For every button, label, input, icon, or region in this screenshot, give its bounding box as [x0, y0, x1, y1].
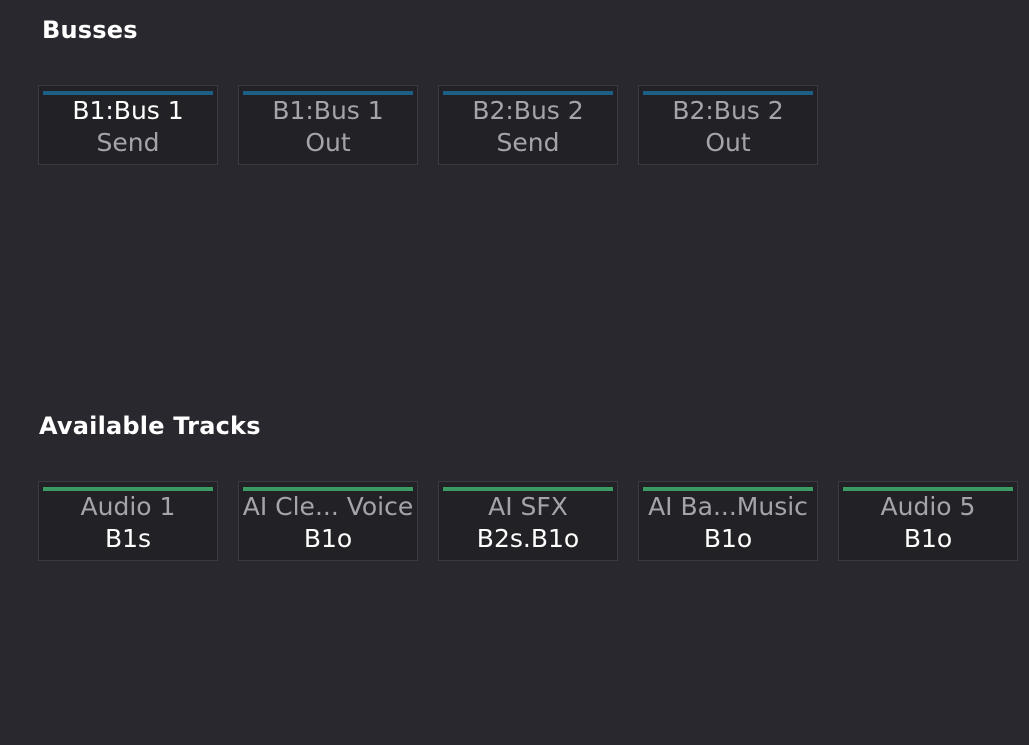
- track-color-bar: [443, 487, 613, 491]
- track-color-bar: [43, 487, 213, 491]
- bus-color-bar: [43, 91, 213, 95]
- track-tile-ai-sfx[interactable]: AI SFX B2s.B1o: [438, 481, 618, 561]
- bus-tile-name: B2:Bus 2: [672, 96, 784, 125]
- track-tile-ai-background-music[interactable]: AI Ba...Music B1o: [638, 481, 818, 561]
- bus-tile-type: Send: [496, 128, 560, 157]
- bus-tile-bus1-send[interactable]: B1:Bus 1 Send: [38, 85, 218, 165]
- bus-tile-type: Send: [96, 128, 160, 157]
- track-color-bar: [843, 487, 1013, 491]
- track-tile-routing: B1o: [303, 524, 353, 553]
- track-tile-routing: B1o: [703, 524, 753, 553]
- track-tile-name: Audio 5: [880, 492, 976, 521]
- bus-tile-bus1-out[interactable]: B1:Bus 1 Out: [238, 85, 418, 165]
- bus-tile-name: B2:Bus 2: [472, 96, 584, 125]
- bus-tile-name: B1:Bus 1: [72, 96, 184, 125]
- track-tile-name: Audio 1: [80, 492, 176, 521]
- available-tracks-title: Available Tracks: [39, 412, 261, 440]
- bus-color-bar: [243, 91, 413, 95]
- bus-tile-bus2-send[interactable]: B2:Bus 2 Send: [438, 85, 618, 165]
- track-tile-audio-5[interactable]: Audio 5 B1o: [838, 481, 1018, 561]
- track-tile-routing: B1o: [903, 524, 953, 553]
- bus-tile-type: Out: [705, 128, 751, 157]
- track-color-bar: [643, 487, 813, 491]
- bus-tile-name: B1:Bus 1: [272, 96, 384, 125]
- bus-color-bar: [443, 91, 613, 95]
- track-color-bar: [243, 487, 413, 491]
- track-tile-name: AI SFX: [488, 492, 568, 521]
- track-tile-name: AI Ba...Music: [648, 492, 808, 521]
- bus-color-bar: [643, 91, 813, 95]
- track-tile-name: AI Cle... Voice: [242, 492, 414, 521]
- track-tile-routing: B2s.B1o: [476, 524, 580, 553]
- busses-title: Busses: [42, 16, 138, 44]
- track-tile-audio-1[interactable]: Audio 1 B1s: [38, 481, 218, 561]
- bus-tile-bus2-out[interactable]: B2:Bus 2 Out: [638, 85, 818, 165]
- track-tile-ai-clean-voice[interactable]: AI Cle... Voice B1o: [238, 481, 418, 561]
- track-tile-routing: B1s: [104, 524, 152, 553]
- bus-tile-type: Out: [305, 128, 351, 157]
